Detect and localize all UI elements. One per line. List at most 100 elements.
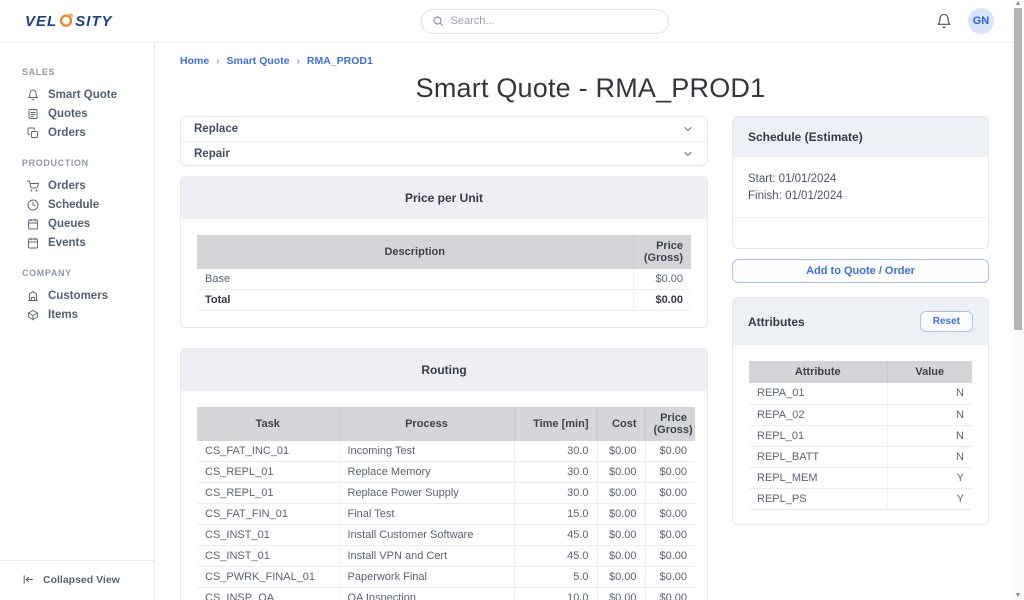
- attribute-row: REPL_PS Y: [749, 488, 972, 509]
- option-accordions: Replace Repair: [180, 116, 708, 166]
- price-per-unit-title: Price per Unit: [181, 177, 707, 219]
- search-icon: [432, 15, 444, 27]
- stacked-boxes-icon: [27, 127, 39, 139]
- routing-cost-cell: $0.00: [597, 462, 645, 483]
- sidebar-item-items[interactable]: Items: [0, 305, 154, 324]
- search-area: [175, 9, 914, 34]
- accordion-replace[interactable]: Replace: [181, 117, 707, 141]
- routing-time-cell: 30.0: [514, 483, 597, 504]
- routing-col-cost: Cost: [597, 407, 645, 441]
- scrollbar-thumb[interactable]: [1014, 8, 1022, 330]
- price-value-cell: $0.00: [633, 269, 691, 290]
- sidebar-item-customers[interactable]: Customers: [0, 286, 154, 305]
- sidebar-label: Events: [48, 237, 86, 249]
- routing-task-cell: CS_REPL_01: [197, 462, 339, 483]
- routing-process-cell: QA Inspection: [339, 588, 514, 600]
- sidebar-item-production-orders[interactable]: Orders: [0, 176, 154, 195]
- routing-cost-cell: $0.00: [597, 588, 645, 600]
- clock-icon: [27, 199, 39, 211]
- breadcrumb-home[interactable]: Home: [180, 55, 209, 67]
- routing-price-cell: $0.00: [645, 546, 695, 567]
- price-row-base: Base $0.00: [197, 269, 691, 290]
- scrollbar-up-arrow[interactable]: ▲: [1012, 0, 1024, 7]
- page-scrollbar[interactable]: ▲ ▼: [1012, 0, 1024, 600]
- price-per-unit-section: Price per Unit Description Price (Gross): [180, 176, 708, 328]
- search-box[interactable]: [421, 9, 669, 34]
- attribute-name-cell: REPL_01: [749, 425, 887, 446]
- attributes-title: Attributes: [748, 315, 805, 329]
- routing-task-cell: CS_PWRK_FINAL_01: [197, 567, 339, 588]
- chevron-down-icon: [682, 148, 694, 160]
- collapse-sidebar-toggle[interactable]: Collapsed View: [0, 560, 154, 600]
- sidebar-label: Orders: [48, 180, 86, 192]
- attribute-row: REPL_01 N: [749, 425, 972, 446]
- routing-title: Routing: [181, 349, 707, 391]
- sidebar-label: Queues: [48, 218, 90, 230]
- sidebar-item-smart-quote[interactable]: Smart Quote: [0, 85, 154, 104]
- scrollbar-down-arrow[interactable]: ▼: [1012, 592, 1024, 599]
- routing-process-cell: Final Test: [339, 504, 514, 525]
- price-col-price-gross: Price (Gross): [633, 235, 691, 269]
- accordion-repair[interactable]: Repair: [181, 141, 707, 165]
- search-input[interactable]: [451, 15, 658, 27]
- sidebar: SALES Smart Quote Quotes Orders PRODUCTI…: [0, 43, 155, 600]
- attribute-value-cell: N: [887, 446, 972, 467]
- routing-time-cell: 10.0: [514, 588, 597, 600]
- routing-col-process: Process: [339, 407, 514, 441]
- routing-process-cell: Paperwork Final: [339, 567, 514, 588]
- attribute-row: REPL_BATT N: [749, 446, 972, 467]
- sidebar-item-queues[interactable]: Queues: [0, 214, 154, 233]
- price-row-total: Total $0.00: [197, 290, 691, 311]
- sidebar-section-sales: SALES: [22, 67, 154, 77]
- routing-price-cell: $0.00: [645, 525, 695, 546]
- attribute-row: REPA_01 N: [749, 383, 972, 404]
- attribute-value-cell: Y: [887, 467, 972, 488]
- breadcrumb-smart-quote[interactable]: Smart Quote: [227, 55, 290, 67]
- sidebar-section-company: COMPANY: [22, 268, 154, 278]
- routing-table: Task Process Time [min] Cost Price (Gros…: [197, 407, 695, 600]
- routing-time-cell: 45.0: [514, 546, 597, 567]
- attribute-name-cell: REPA_01: [749, 383, 887, 404]
- sidebar-item-sales-orders[interactable]: Orders: [0, 123, 154, 142]
- routing-time-cell: 30.0: [514, 441, 597, 462]
- routing-col-task: Task: [197, 407, 339, 441]
- box-icon: [27, 309, 39, 321]
- sidebar-label: Quotes: [48, 108, 88, 120]
- sidebar-item-events[interactable]: Events: [0, 233, 154, 252]
- app-window: VEL SITY GN: [0, 0, 1024, 600]
- breadcrumb-current[interactable]: RMA_PROD1: [307, 55, 373, 67]
- routing-row: CS_INST_01 Install Customer Software 45.…: [197, 525, 695, 546]
- attributes-card: Attributes Reset Attribute Value: [732, 297, 989, 525]
- routing-row: CS_REPL_01 Replace Power Supply 30.0 $0.…: [197, 483, 695, 504]
- attr-col-value: Value: [887, 361, 972, 383]
- routing-price-cell: $0.00: [645, 504, 695, 525]
- sidebar-label: Items: [48, 309, 78, 321]
- sidebar-item-quotes[interactable]: Quotes: [0, 104, 154, 123]
- attribute-row: REPA_02 N: [749, 404, 972, 425]
- routing-cost-cell: $0.00: [597, 546, 645, 567]
- routing-row: CS_INST_01 Install VPN and Cert 45.0 $0.…: [197, 546, 695, 567]
- routing-price-cell: $0.00: [645, 588, 695, 600]
- routing-cost-cell: $0.00: [597, 525, 645, 546]
- attribute-value-cell: N: [887, 425, 972, 446]
- velosity-logo[interactable]: VEL SITY: [25, 12, 175, 30]
- routing-cost-cell: $0.00: [597, 504, 645, 525]
- notifications-bell-icon[interactable]: [936, 13, 952, 29]
- accordion-label: Replace: [194, 123, 238, 135]
- routing-row: CS_REPL_01 Replace Memory 30.0 $0.00 $0.…: [197, 462, 695, 483]
- price-col-description: Description: [197, 235, 633, 269]
- attribute-value-cell: N: [887, 404, 972, 425]
- routing-cost-cell: $0.00: [597, 567, 645, 588]
- sidebar-item-schedule[interactable]: Schedule: [0, 195, 154, 214]
- price-per-unit-table: Description Price (Gross) Base $0.00: [197, 235, 691, 311]
- routing-process-cell: Incoming Test: [339, 441, 514, 462]
- add-to-quote-order-button[interactable]: Add to Quote / Order: [732, 259, 989, 283]
- breadcrumb-separator: ›: [297, 56, 300, 67]
- breadcrumb: Home › Smart Quote › RMA_PROD1: [180, 55, 1001, 67]
- price-value-cell: $0.00: [633, 290, 691, 311]
- reset-button[interactable]: Reset: [920, 311, 973, 332]
- user-avatar[interactable]: GN: [968, 8, 994, 34]
- routing-row: CS_INSP_QA QA Inspection 10.0 $0.00 $0.0…: [197, 588, 695, 600]
- top-right-actions: GN: [914, 8, 1010, 34]
- calendar-icon: [27, 218, 39, 230]
